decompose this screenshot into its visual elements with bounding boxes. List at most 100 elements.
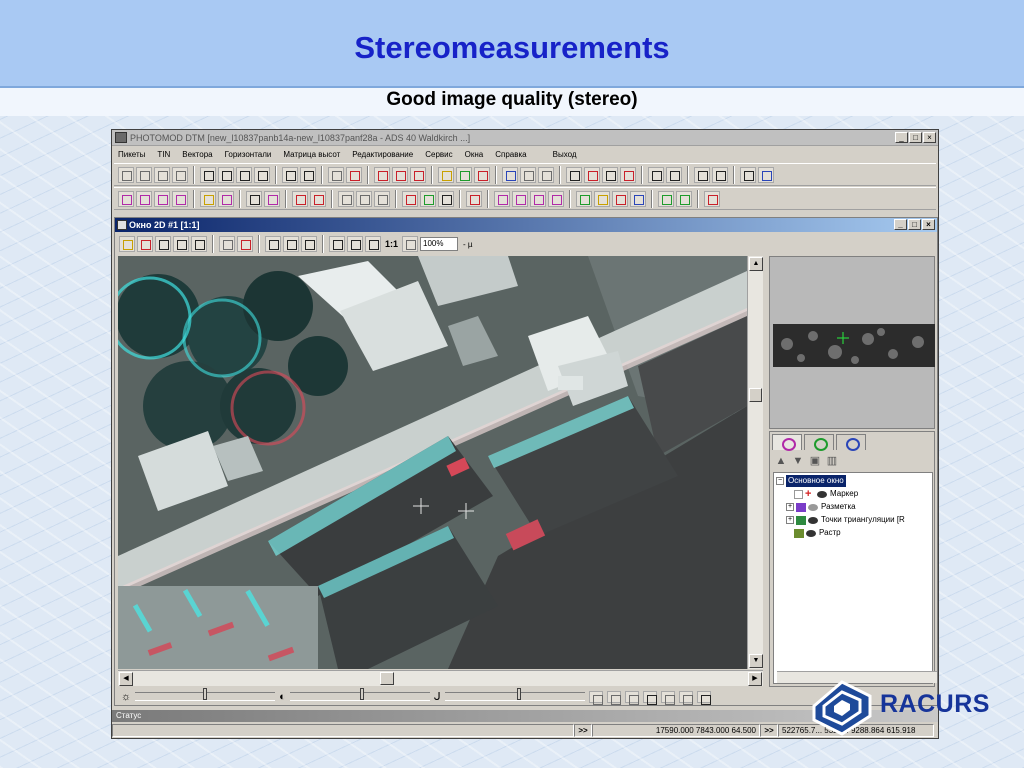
viewport-horizontal-scrollbar[interactable]: ◀ ▶ — [118, 670, 763, 686]
close-button[interactable]: × — [923, 132, 936, 143]
triangle-icon[interactable] — [456, 166, 472, 183]
properties-icon[interactable]: ▣ — [808, 454, 822, 468]
window-2d-close-button[interactable]: × — [922, 219, 935, 230]
cursor-icon[interactable] — [119, 236, 135, 252]
window-2d-maximize-button[interactable]: □ — [908, 219, 921, 230]
menu-spravka[interactable]: Справка — [495, 150, 526, 159]
vector-d-icon[interactable] — [402, 190, 418, 207]
status-toggle-2-icon[interactable]: >> — [760, 724, 778, 737]
tab-layers[interactable] — [772, 434, 802, 451]
undo-icon[interactable] — [502, 166, 518, 183]
vector-s-icon[interactable] — [246, 190, 262, 207]
pickets-icon[interactable] — [118, 166, 134, 183]
2d-b-icon[interactable] — [548, 190, 564, 207]
viewport-vertical-scrollbar[interactable]: ▲ ▼ — [747, 256, 763, 669]
maximize-button[interactable]: □ — [909, 132, 922, 143]
eye-icon[interactable] — [817, 490, 827, 498]
copy-icon[interactable] — [200, 166, 216, 183]
vector-t2-icon[interactable] — [218, 190, 234, 207]
scroll-down-arrow-icon[interactable]: ▼ — [749, 654, 763, 668]
view-mode-icon[interactable] — [660, 690, 675, 705]
tin-icon[interactable] — [438, 166, 454, 183]
scroll-right-arrow-icon[interactable]: ▶ — [748, 672, 762, 686]
vector-box-icon[interactable] — [292, 190, 308, 207]
eye-icon[interactable] — [808, 516, 818, 524]
mark-100b-icon[interactable] — [392, 166, 408, 183]
pickets-area-icon[interactable] — [154, 166, 170, 183]
vertical-scroll-thumb[interactable] — [749, 388, 762, 402]
vector-path-icon[interactable] — [154, 190, 170, 207]
delete-layer-icon[interactable]: ▥ — [825, 454, 839, 468]
vector-box2-icon[interactable] — [310, 190, 326, 207]
window-icon[interactable] — [602, 166, 618, 183]
zoom-input[interactable]: 100% — [420, 237, 459, 251]
copy2-icon[interactable] — [218, 166, 234, 183]
layer-item-marker[interactable]: + Маркер — [794, 488, 858, 500]
channel-button-1[interactable] — [588, 690, 603, 705]
zoom-out-icon[interactable] — [347, 236, 363, 252]
3d-icon[interactable] — [494, 190, 510, 207]
stop-icon[interactable] — [466, 190, 482, 207]
scroll-left-arrow-icon[interactable]: ◀ — [119, 672, 133, 686]
refresh-icon[interactable] — [758, 166, 774, 183]
view-mode2-icon[interactable] — [678, 690, 693, 705]
menu-vykhod[interactable]: Выход — [553, 150, 577, 159]
overview-panel[interactable] — [769, 256, 935, 429]
lz-icon[interactable] — [630, 190, 646, 207]
status-toggle-1-icon[interactable]: >> — [574, 724, 592, 737]
menu-redaktirovanie[interactable]: Редактирование — [352, 150, 413, 159]
crosshair-icon[interactable] — [219, 236, 235, 252]
stereo-image-viewport[interactable] — [118, 256, 747, 669]
star-icon[interactable] — [594, 190, 610, 207]
channel-button-3[interactable] — [624, 690, 639, 705]
vector-v-icon[interactable] — [118, 190, 134, 207]
grid-icon[interactable] — [566, 166, 582, 183]
menu-servis[interactable]: Сервис — [425, 150, 452, 159]
tri3-icon[interactable] — [676, 190, 692, 207]
menu-matritsa[interactable]: Матрица высот — [283, 150, 340, 159]
mark-100-icon[interactable] — [374, 166, 390, 183]
2d-icon[interactable] — [512, 190, 528, 207]
vector-t-icon[interactable] — [200, 190, 216, 207]
gamma-slider[interactable] — [444, 688, 585, 701]
vector-a-icon[interactable] — [338, 190, 354, 207]
rect-icon[interactable] — [282, 166, 298, 183]
3d-b-icon[interactable] — [530, 190, 546, 207]
menu-tin[interactable]: TIN — [157, 150, 170, 159]
layers-delete-icon[interactable] — [704, 190, 720, 207]
move-up-arrow-icon[interactable]: ▲ — [774, 454, 788, 468]
slider-knob[interactable] — [203, 688, 208, 700]
mark-line-icon[interactable] — [410, 166, 426, 183]
diag-line-icon[interactable] — [474, 166, 490, 183]
horizontal-scroll-thumb[interactable] — [380, 672, 394, 685]
layer-item-triangulation[interactable]: + Точки триангуляции [R — [786, 514, 905, 526]
brightness-slider[interactable] — [135, 688, 276, 701]
minimize-button[interactable]: _ — [895, 132, 908, 143]
redo-icon[interactable] — [538, 166, 554, 183]
pickets-triangle-icon[interactable] — [172, 166, 188, 183]
move-down-arrow-icon[interactable]: ▼ — [791, 454, 805, 468]
visibility-checkbox[interactable] — [794, 489, 803, 499]
expand-icon[interactable]: + — [786, 503, 794, 511]
vector-m-icon[interactable] — [172, 190, 188, 207]
rotate-icon[interactable] — [694, 166, 710, 183]
window-2d-minimize-button[interactable]: _ — [894, 219, 907, 230]
eye-icon[interactable] — [173, 236, 189, 252]
layer-icon[interactable] — [328, 166, 344, 183]
slider-knob[interactable] — [516, 688, 521, 700]
eye-icon[interactable] — [806, 529, 816, 537]
zoom-scale-icon[interactable] — [402, 236, 419, 252]
display-mode-icon[interactable] — [301, 236, 317, 252]
copy3-icon[interactable] — [236, 166, 252, 183]
menu-okna[interactable]: Окна — [465, 150, 484, 159]
vector-f-icon[interactable] — [438, 190, 454, 207]
arrows-icon[interactable] — [648, 166, 664, 183]
swap-icon[interactable] — [666, 166, 682, 183]
double-cross-icon[interactable] — [237, 236, 253, 252]
rgb-icon[interactable] — [283, 236, 299, 252]
reset-icon[interactable] — [642, 690, 657, 705]
zoom-fit-icon[interactable] — [365, 236, 381, 252]
layer-root-row[interactable]: − Основное окно — [776, 475, 846, 487]
vector-c-icon[interactable] — [374, 190, 390, 207]
slider-knob[interactable] — [359, 688, 364, 700]
